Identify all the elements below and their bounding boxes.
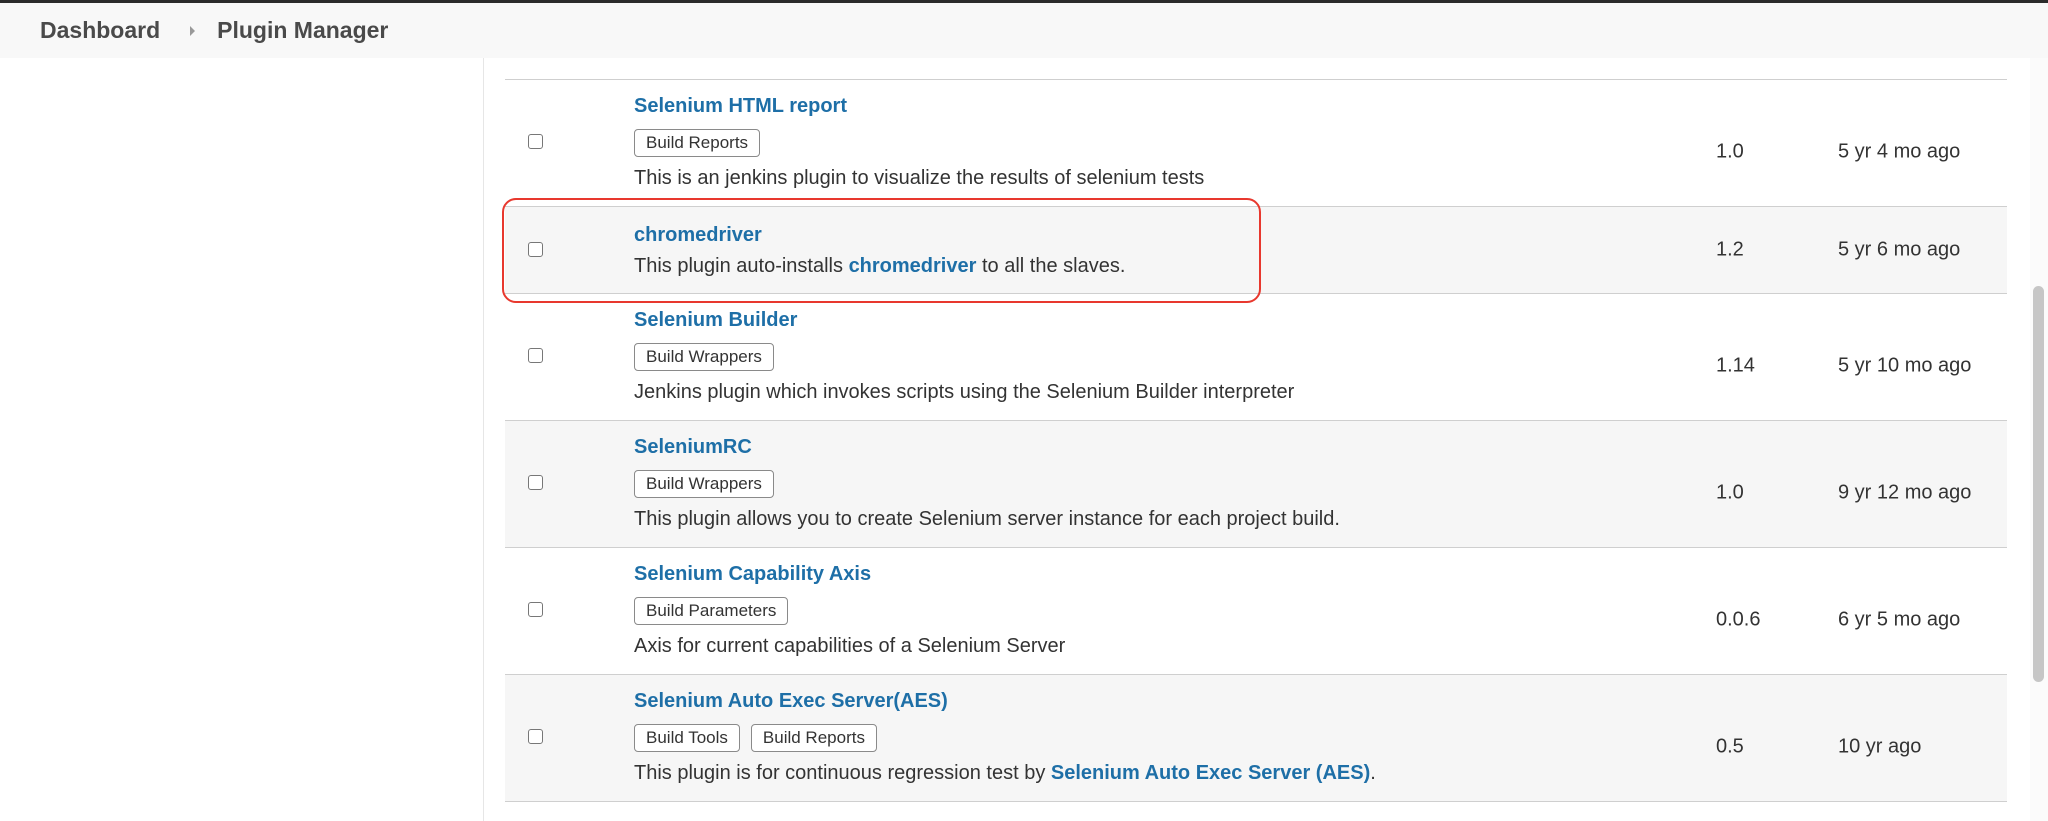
excerpt-text: This plugin is for continuous regression…	[634, 762, 1051, 784]
plugin-name-link[interactable]: Selenium HTML report	[634, 94, 1677, 118]
plugin-row: Selenium Builder Build Wrappers Jenkins …	[505, 294, 2007, 421]
breadcrumb-dashboard-link[interactable]: Dashboard	[40, 17, 160, 44]
plugin-row: Selenium Capability Axis Build Parameter…	[505, 548, 2007, 675]
plugin-tags: Build Parameters	[634, 597, 1677, 625]
install-checkbox[interactable]	[528, 602, 543, 617]
sidebar-divider	[483, 58, 484, 821]
plugin-excerpt: This plugin auto-installs chromedriver t…	[634, 254, 1677, 278]
plugin-tags: Build Reports	[634, 129, 1677, 157]
excerpt-link[interactable]: Selenium Auto Exec Server (AES)	[1051, 762, 1370, 784]
plugin-released: 5 yr 6 mo ago	[1838, 238, 1961, 261]
plugin-info: Selenium HTML report Build Reports This …	[634, 94, 1677, 190]
plugin-version: 0.5	[1716, 735, 1744, 758]
excerpt-link[interactable]: chromedriver	[849, 255, 977, 277]
plugin-released: 9 yr 12 mo ago	[1838, 481, 1972, 504]
plugin-info: Selenium Builder Build Wrappers Jenkins …	[634, 308, 1677, 404]
install-checkbox[interactable]	[528, 475, 543, 490]
plugin-excerpt: This is an jenkins plugin to visualize t…	[634, 166, 1677, 190]
plugin-version: 1.14	[1716, 354, 1755, 377]
category-tag[interactable]: Build Tools	[634, 724, 740, 752]
table-top-spacer	[505, 58, 2007, 80]
excerpt-text: This plugin auto-installs	[634, 255, 849, 277]
plugin-tags: Build Tools Build Reports	[634, 724, 1677, 752]
plugin-released: 5 yr 10 mo ago	[1838, 354, 1972, 377]
plugin-released: 5 yr 4 mo ago	[1838, 140, 1961, 163]
category-tag[interactable]: Build Reports	[634, 129, 761, 157]
plugin-table: Selenium HTML report Build Reports This …	[505, 58, 2007, 802]
excerpt-text: .	[1370, 762, 1376, 784]
install-checkbox[interactable]	[528, 134, 543, 149]
plugin-excerpt: Axis for current capabilities of a Selen…	[634, 634, 1677, 658]
plugin-name-link[interactable]: Selenium Builder	[634, 308, 1677, 332]
plugin-row: chromedriver This plugin auto-installs c…	[505, 207, 2007, 294]
install-checkbox[interactable]	[528, 729, 543, 744]
plugin-excerpt: This plugin allows you to create Seleniu…	[634, 507, 1677, 531]
plugin-row: Selenium HTML report Build Reports This …	[505, 80, 2007, 207]
breadcrumb-separator-icon	[190, 25, 196, 36]
excerpt-text: This is an jenkins plugin to visualize t…	[634, 167, 1205, 189]
scrollbar-thumb[interactable]	[2033, 286, 2044, 682]
install-checkbox[interactable]	[528, 242, 543, 257]
plugin-released: 10 yr ago	[1838, 735, 1922, 758]
plugin-released: 6 yr 5 mo ago	[1838, 608, 1961, 631]
plugin-info: Selenium Auto Exec Server(AES) Build Too…	[634, 689, 1677, 785]
excerpt-text: Jenkins plugin which invokes scripts usi…	[634, 381, 1295, 403]
plugin-excerpt: Jenkins plugin which invokes scripts usi…	[634, 380, 1677, 404]
excerpt-text: to all the slaves.	[976, 255, 1126, 277]
plugin-name-link[interactable]: Selenium Auto Exec Server(AES)	[634, 689, 1677, 713]
plugin-version: 1.0	[1716, 140, 1744, 163]
install-checkbox[interactable]	[528, 348, 543, 363]
plugin-name-link[interactable]: SeleniumRC	[634, 435, 1677, 459]
breadcrumb-plugin-manager-link[interactable]: Plugin Manager	[217, 17, 388, 44]
plugin-name-link[interactable]: Selenium Capability Axis	[634, 562, 1677, 586]
plugin-info: Selenium Capability Axis Build Parameter…	[634, 562, 1677, 658]
breadcrumb: Dashboard Plugin Manager	[0, 3, 2048, 58]
plugin-info: chromedriver This plugin auto-installs c…	[634, 223, 1677, 278]
excerpt-text: Axis for current capabilities of a Selen…	[634, 635, 1066, 657]
category-tag[interactable]: Build Wrappers	[634, 343, 774, 371]
plugin-name-link[interactable]: chromedriver	[634, 223, 1677, 247]
plugin-tags: Build Wrappers	[634, 343, 1677, 371]
plugin-row: Selenium Auto Exec Server(AES) Build Too…	[505, 675, 2007, 802]
excerpt-text: This plugin allows you to create Seleniu…	[634, 508, 1340, 530]
category-tag[interactable]: Build Reports	[750, 724, 877, 752]
category-tag[interactable]: Build Parameters	[634, 597, 789, 625]
category-tag[interactable]: Build Wrappers	[634, 470, 774, 498]
plugin-version: 1.0	[1716, 481, 1744, 504]
plugin-version: 0.0.6	[1716, 608, 1761, 631]
plugin-version: 1.2	[1716, 238, 1744, 261]
plugin-tags: Build Wrappers	[634, 470, 1677, 498]
plugin-excerpt: This plugin is for continuous regression…	[634, 761, 1677, 785]
plugin-row: SeleniumRC Build Wrappers This plugin al…	[505, 421, 2007, 548]
plugin-info: SeleniumRC Build Wrappers This plugin al…	[634, 435, 1677, 531]
